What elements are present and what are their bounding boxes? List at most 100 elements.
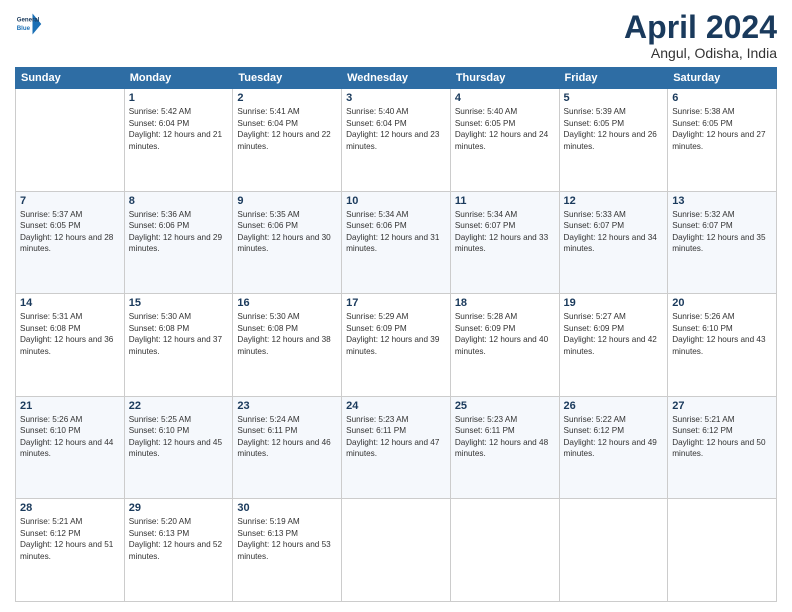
cell-text: Sunrise: 5:30 AMSunset: 6:08 PMDaylight:… <box>129 311 229 357</box>
day-number: 21 <box>20 400 120 412</box>
cell-text: Sunrise: 5:37 AMSunset: 6:05 PMDaylight:… <box>20 209 120 255</box>
cell-text: Sunrise: 5:36 AMSunset: 6:06 PMDaylight:… <box>129 209 229 255</box>
page: General Blue April 2024 Angul, Odisha, I… <box>0 0 792 612</box>
cell-1-1 <box>16 89 125 192</box>
cell-3-5: 18Sunrise: 5:28 AMSunset: 6:09 PMDayligh… <box>450 294 559 397</box>
day-number: 28 <box>20 502 120 514</box>
title-block: April 2024 Angul, Odisha, India <box>624 10 777 61</box>
cell-4-2: 22 Sunrise: 5:25 AMSunset: 6:10 PMDayligh… <box>124 396 233 499</box>
day-number: 14 <box>20 297 120 309</box>
week-row-3: 14 Sunrise: 5:31 AMSunset: 6:08 PMDayligh… <box>16 294 777 397</box>
cell-3-2: 15 Sunrise: 5:30 AMSunset: 6:08 PMDayligh… <box>124 294 233 397</box>
cell-2-4: 10 Sunrise: 5:34 AMSunset: 6:06 PMDayligh… <box>342 191 451 294</box>
day-number: 2 <box>237 92 337 104</box>
week-row-1: 1 Sunrise: 5:42 AMSunset: 6:04 PMDaylight… <box>16 89 777 192</box>
cell-text: Sunrise: 5:38 AMSunset: 6:05 PMDaylight:… <box>672 106 772 152</box>
cell-text: Sunrise: 5:24 AMSunset: 6:11 PMDaylight:… <box>237 414 337 460</box>
day-number: 15 <box>129 297 229 309</box>
cell-text: Sunrise: 5:22 AMSunset: 6:12 PMDaylight:… <box>564 414 664 460</box>
day-number: 7 <box>20 195 120 207</box>
cell-3-3: 16 Sunrise: 5:30 AMSunset: 6:08 PMDayligh… <box>233 294 342 397</box>
cell-1-3: 2 Sunrise: 5:41 AMSunset: 6:04 PMDaylight… <box>233 89 342 192</box>
day-number: 3 <box>346 92 446 104</box>
cell-text: Sunrise: 5:29 AMSunset: 6:09 PMDaylight:… <box>346 311 446 357</box>
cell-2-7: 13 Sunrise: 5:32 AMSunset: 6:07 PMDayligh… <box>668 191 777 294</box>
cell-2-5: 11 Sunrise: 5:34 AMSunset: 6:07 PMDayligh… <box>450 191 559 294</box>
cell-3-6: 19Sunrise: 5:27 AMSunset: 6:09 PMDayligh… <box>559 294 668 397</box>
cell-5-1: 28 Sunrise: 5:21 AMSunset: 6:12 PMDayligh… <box>16 499 125 602</box>
day-number: 27 <box>672 400 772 412</box>
cell-1-4: 3 Sunrise: 5:40 AMSunset: 6:04 PMDaylight… <box>342 89 451 192</box>
cell-text: Sunrise: 5:26 AMSunset: 6:10 PMDaylight:… <box>672 311 772 357</box>
col-saturday: Saturday <box>668 68 777 89</box>
col-monday: Monday <box>124 68 233 89</box>
cell-3-7: 20 Sunrise: 5:26 AMSunset: 6:10 PMDayligh… <box>668 294 777 397</box>
col-sunday: Sunday <box>16 68 125 89</box>
cell-text: Sunrise: 5:33 AMSunset: 6:07 PMDaylight:… <box>564 209 664 255</box>
cell-4-3: 23 Sunrise: 5:24 AMSunset: 6:11 PMDayligh… <box>233 396 342 499</box>
col-friday: Friday <box>559 68 668 89</box>
cell-text: Sunrise: 5:25 AMSunset: 6:10 PMDaylight:… <box>129 414 229 460</box>
header: General Blue April 2024 Angul, Odisha, I… <box>15 10 777 61</box>
day-number: 5 <box>564 92 664 104</box>
cell-text: Sunrise: 5:20 AMSunset: 6:13 PMDaylight:… <box>129 516 229 562</box>
cell-4-5: 25Sunrise: 5:23 AMSunset: 6:11 PMDayligh… <box>450 396 559 499</box>
cell-5-3: 30 Sunrise: 5:19 AMSunset: 6:13 PMDayligh… <box>233 499 342 602</box>
cell-5-6 <box>559 499 668 602</box>
logo-icon: General Blue <box>15 10 43 38</box>
day-number: 11 <box>455 195 555 207</box>
col-wednesday: Wednesday <box>342 68 451 89</box>
cell-5-2: 29 Sunrise: 5:20 AMSunset: 6:13 PMDayligh… <box>124 499 233 602</box>
cell-5-5 <box>450 499 559 602</box>
cell-text: Sunrise: 5:42 AMSunset: 6:04 PMDaylight:… <box>129 106 229 152</box>
cell-text: Sunrise: 5:21 AMSunset: 6:12 PMDaylight:… <box>672 414 772 460</box>
cell-4-1: 21Sunrise: 5:26 AMSunset: 6:10 PMDayligh… <box>16 396 125 499</box>
cell-text: Sunrise: 5:21 AMSunset: 6:12 PMDaylight:… <box>20 516 120 562</box>
cell-text: Sunrise: 5:40 AMSunset: 6:05 PMDaylight:… <box>455 106 555 152</box>
week-row-4: 21Sunrise: 5:26 AMSunset: 6:10 PMDayligh… <box>16 396 777 499</box>
col-tuesday: Tuesday <box>233 68 342 89</box>
day-number: 13 <box>672 195 772 207</box>
cell-text: Sunrise: 5:35 AMSunset: 6:06 PMDaylight:… <box>237 209 337 255</box>
cell-text: Sunrise: 5:40 AMSunset: 6:04 PMDaylight:… <box>346 106 446 152</box>
cell-text: Sunrise: 5:19 AMSunset: 6:13 PMDaylight:… <box>237 516 337 562</box>
logo: General Blue <box>15 10 43 38</box>
calendar-table: Sunday Monday Tuesday Wednesday Thursday… <box>15 67 777 602</box>
cell-text: Sunrise: 5:34 AMSunset: 6:07 PMDaylight:… <box>455 209 555 255</box>
day-number: 6 <box>672 92 772 104</box>
day-number: 20 <box>672 297 772 309</box>
day-number: 29 <box>129 502 229 514</box>
cell-5-4 <box>342 499 451 602</box>
day-number: 4 <box>455 92 555 104</box>
cell-text: Sunrise: 5:31 AMSunset: 6:08 PMDaylight:… <box>20 311 120 357</box>
cell-4-6: 26Sunrise: 5:22 AMSunset: 6:12 PMDayligh… <box>559 396 668 499</box>
cell-2-2: 8 Sunrise: 5:36 AMSunset: 6:06 PMDaylight… <box>124 191 233 294</box>
week-row-5: 28 Sunrise: 5:21 AMSunset: 6:12 PMDayligh… <box>16 499 777 602</box>
svg-text:General: General <box>17 16 40 23</box>
day-number: 16 <box>237 297 337 309</box>
cell-text: Sunrise: 5:30 AMSunset: 6:08 PMDaylight:… <box>237 311 337 357</box>
day-number: 22 <box>129 400 229 412</box>
cell-text: Sunrise: 5:23 AMSunset: 6:11 PMDaylight:… <box>346 414 446 460</box>
cell-1-5: 4 Sunrise: 5:40 AMSunset: 6:05 PMDaylight… <box>450 89 559 192</box>
svg-text:Blue: Blue <box>17 25 31 32</box>
cell-text: Sunrise: 5:23 AMSunset: 6:11 PMDaylight:… <box>455 414 555 460</box>
day-number: 23 <box>237 400 337 412</box>
location-title: Angul, Odisha, India <box>624 45 777 61</box>
cell-1-6: 5Sunrise: 5:39 AMSunset: 6:05 PMDaylight… <box>559 89 668 192</box>
day-number: 8 <box>129 195 229 207</box>
month-title: April 2024 <box>624 10 777 45</box>
cell-text: Sunrise: 5:28 AMSunset: 6:09 PMDaylight:… <box>455 311 555 357</box>
day-number: 1 <box>129 92 229 104</box>
cell-1-2: 1 Sunrise: 5:42 AMSunset: 6:04 PMDaylight… <box>124 89 233 192</box>
day-number: 10 <box>346 195 446 207</box>
cell-text: Sunrise: 5:32 AMSunset: 6:07 PMDaylight:… <box>672 209 772 255</box>
day-number: 30 <box>237 502 337 514</box>
cell-text: Sunrise: 5:34 AMSunset: 6:06 PMDaylight:… <box>346 209 446 255</box>
cell-3-1: 14 Sunrise: 5:31 AMSunset: 6:08 PMDayligh… <box>16 294 125 397</box>
cell-1-7: 6 Sunrise: 5:38 AMSunset: 6:05 PMDaylight… <box>668 89 777 192</box>
day-number: 19 <box>564 297 664 309</box>
day-number: 17 <box>346 297 446 309</box>
cell-3-4: 17 Sunrise: 5:29 AMSunset: 6:09 PMDayligh… <box>342 294 451 397</box>
cell-text: Sunrise: 5:41 AMSunset: 6:04 PMDaylight:… <box>237 106 337 152</box>
